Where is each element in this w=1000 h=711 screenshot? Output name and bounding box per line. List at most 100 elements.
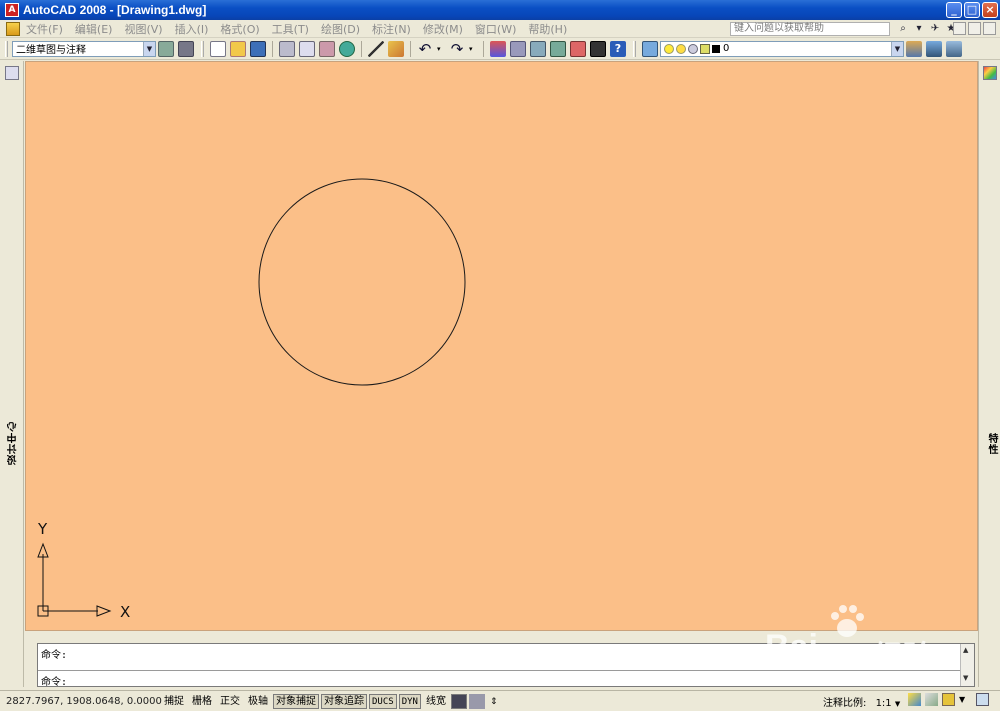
calculator-icon[interactable] [590, 40, 606, 57]
chevron-down-icon[interactable]: ▾ [912, 21, 926, 36]
otrack-toggle[interactable]: 对象追踪 [321, 693, 367, 709]
menu-view[interactable]: 视图(V) [124, 21, 162, 37]
help-icon[interactable]: ? [610, 40, 626, 57]
menu-insert[interactable]: 插入(I) [175, 21, 209, 37]
make-current-layer-icon[interactable] [906, 40, 922, 57]
command-window: 命令: 命令: ▲ ▼ [25, 632, 978, 688]
toolbar-separator [361, 40, 362, 57]
save-icon[interactable] [250, 40, 266, 57]
pan-icon[interactable] [490, 40, 506, 57]
chevron-down-icon[interactable]: ▾ [437, 41, 445, 57]
annotation-visibility-icon[interactable] [908, 693, 921, 706]
workspace-value: 二维草图与注释 [16, 45, 86, 56]
circle-entity[interactable] [258, 178, 466, 386]
scroll-up-icon[interactable]: ▲ [963, 646, 968, 654]
menu-draw[interactable]: 绘图(D) [321, 21, 360, 37]
ortho-toggle[interactable]: 正交 [217, 694, 243, 709]
annotation-scale-label: 注释比例: [823, 698, 867, 709]
menu-edit[interactable]: 编辑(E) [75, 21, 113, 37]
help-search-input[interactable]: 键入问题以获取帮助 [730, 22, 890, 36]
lightbulb-icon[interactable] [664, 43, 674, 54]
scroll-down-icon[interactable]: ▼ [963, 674, 968, 682]
autocad-app-icon[interactable]: A [5, 3, 19, 17]
vertical-arrows-icon[interactable]: ⇕ [487, 694, 501, 709]
menu-dimension[interactable]: 标注(N) [372, 21, 411, 37]
auto-scale-icon[interactable] [925, 693, 938, 706]
menu-file[interactable]: 文件(F) [26, 21, 63, 37]
3dprint-icon[interactable] [339, 40, 355, 57]
model-space-icon[interactable] [450, 693, 467, 709]
drawing-area[interactable]: Y X [25, 61, 978, 631]
drawing-svg: Y X [37, 178, 466, 621]
print-icon[interactable] [279, 40, 295, 57]
menu-window[interactable]: 窗口(W) [475, 21, 516, 37]
command-prompt[interactable]: 命令: [41, 673, 67, 688]
grid-toggle[interactable]: 栅格 [189, 694, 215, 709]
coordinate-readout[interactable]: 2827.7967, 1908.0648, 0.0000 [6, 696, 162, 707]
new-icon[interactable] [210, 40, 226, 57]
undo-icon[interactable]: ↶ [417, 41, 433, 57]
communication-center-icon[interactable]: ✈ [928, 21, 942, 36]
toolpalette-icon[interactable] [570, 40, 586, 57]
chevron-down-icon[interactable]: ▼ [959, 693, 972, 706]
search-icon[interactable]: ⌕ [896, 21, 910, 36]
command-history[interactable]: 命令: 命令: ▲ ▼ [37, 643, 975, 688]
doc-close-button[interactable] [983, 22, 996, 35]
ducs-toggle[interactable]: DUCS [369, 693, 397, 709]
design-center-icon[interactable] [5, 66, 19, 80]
layer-state-icon[interactable] [946, 40, 962, 57]
workspace-select[interactable]: 二维草图与注释 ▼ [12, 40, 156, 57]
document-menu-icon[interactable] [6, 21, 20, 36]
lineweight-toggle[interactable]: 线宽 [423, 694, 449, 709]
lock-icon[interactable] [942, 693, 955, 706]
document-window-controls [953, 22, 996, 35]
maximize-button[interactable]: □ [964, 2, 980, 18]
open-icon[interactable] [230, 40, 246, 57]
layer-select[interactable]: 0 ▼ [660, 40, 904, 57]
chevron-down-icon[interactable]: ▾ [469, 41, 477, 57]
freeze-sun-icon[interactable] [676, 43, 686, 54]
snap-toggle[interactable]: 捕捉 [161, 694, 187, 709]
toolbar-grip[interactable] [201, 40, 204, 57]
minimize-button[interactable]: _ [946, 2, 962, 18]
close-button[interactable]: × [982, 2, 998, 18]
menu-tools[interactable]: 工具(T) [272, 21, 309, 37]
workspace-settings-icon[interactable] [158, 40, 174, 57]
copy-icon[interactable] [388, 40, 404, 57]
design-center-label[interactable]: 设计中心 [6, 421, 21, 465]
status-tray: ▼ [908, 693, 989, 706]
toolbar-grip[interactable] [633, 40, 636, 57]
redo-icon[interactable]: ↷ [449, 41, 465, 57]
layer-previous-icon[interactable] [926, 40, 942, 57]
menu-help[interactable]: 帮助(H) [528, 21, 567, 37]
chevron-down-icon[interactable]: ▼ [143, 41, 155, 56]
annotation-scale-value[interactable]: 1:1 [876, 698, 892, 709]
cut-icon[interactable] [368, 40, 384, 57]
workspace-save-icon[interactable] [178, 40, 194, 57]
layer-manager-icon[interactable] [642, 40, 658, 57]
dyn-toggle[interactable]: DYN [398, 693, 421, 709]
chevron-down-icon[interactable]: ▼ [895, 700, 900, 708]
doc-restore-button[interactable] [968, 22, 981, 35]
lock-icon[interactable] [700, 43, 710, 54]
publish-icon[interactable] [319, 40, 335, 57]
clean-screen-icon[interactable] [976, 693, 989, 706]
menu-format[interactable]: 格式(O) [220, 21, 259, 37]
properties-label[interactable]: 特性 [984, 433, 999, 455]
ucs-x-label: X [120, 603, 130, 621]
viewport-freeze-icon[interactable] [688, 43, 698, 54]
polar-toggle[interactable]: 极轴 [245, 694, 271, 709]
chevron-down-icon[interactable]: ▼ [891, 41, 903, 56]
annotation-scale[interactable]: 注释比例: 1:1 ▼ [823, 694, 900, 709]
designcenter-icon[interactable] [550, 40, 566, 57]
properties-palette-icon[interactable] [983, 66, 997, 80]
layout-icon[interactable] [468, 693, 485, 709]
command-scrollbar[interactable]: ▲ ▼ [960, 644, 974, 686]
menu-modify[interactable]: 修改(M) [423, 21, 463, 37]
preview-icon[interactable] [299, 40, 315, 57]
zoom-icon[interactable] [510, 40, 526, 57]
osnap-toggle[interactable]: 对象捕捉 [273, 693, 319, 709]
properties-icon[interactable] [530, 40, 546, 57]
toolbar-grip[interactable] [5, 40, 8, 57]
doc-minimize-button[interactable] [953, 22, 966, 35]
